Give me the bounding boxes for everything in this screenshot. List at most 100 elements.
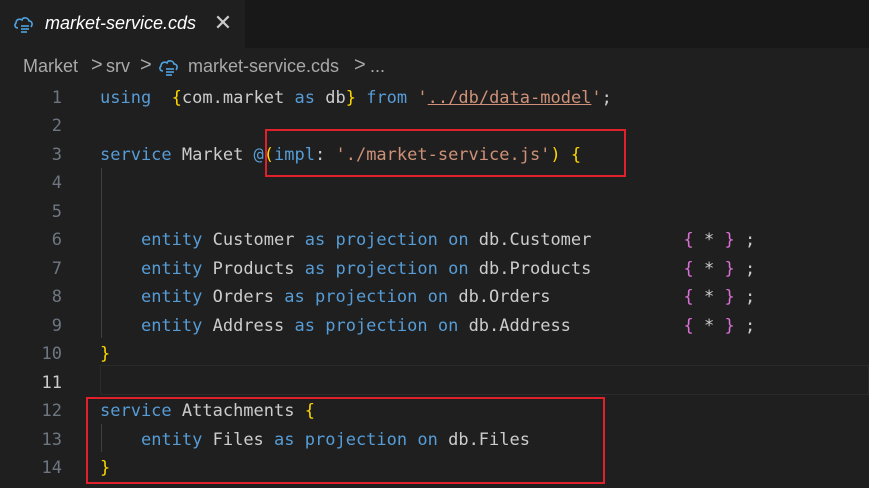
code-line[interactable]: 11 xyxy=(0,369,869,397)
code-token: entity xyxy=(140,287,203,307)
code-token: Products xyxy=(202,259,305,279)
code-token: entity xyxy=(140,316,203,336)
chevron-right-icon: > xyxy=(91,54,103,76)
tab-bar: market-service.cds ✕ xyxy=(0,0,869,48)
code-token: Address xyxy=(202,316,295,336)
code-token: Orders xyxy=(202,287,285,307)
code-line[interactable]: 9 entity Address as projection on db.Add… xyxy=(0,312,869,340)
code-token: projection xyxy=(325,316,428,336)
code-token: { xyxy=(683,230,694,250)
breadcrumb-item-srv[interactable]: srv xyxy=(106,56,130,77)
code-line[interactable]: 6 entity Customer as projection on db.Cu… xyxy=(0,226,869,254)
code-token: db xyxy=(315,88,346,108)
code-token: ; xyxy=(601,88,612,108)
code-line[interactable]: 10} xyxy=(0,340,869,368)
breadcrumb-item-market[interactable]: Market xyxy=(23,56,78,77)
line-number: 14 xyxy=(41,458,62,478)
code-token: as xyxy=(294,316,315,336)
line-number: 9 xyxy=(51,316,62,336)
code-text[interactable]: entity Orders as projection on db.Orders… xyxy=(100,283,755,311)
code-token: } xyxy=(724,259,735,279)
line-number: 3 xyxy=(51,145,62,165)
close-icon[interactable]: ✕ xyxy=(212,10,234,36)
line-number: 5 xyxy=(51,202,62,222)
breadcrumb: Market > srv > market-service.cds > ... xyxy=(0,48,869,84)
code-token: entity xyxy=(140,259,203,279)
code-token: ../db/data-model xyxy=(427,88,592,108)
breadcrumb-item-file[interactable]: market-service.cds xyxy=(188,56,339,77)
code-line[interactable]: 1 using {com.market as db} from '../db/da… xyxy=(0,84,869,112)
breadcrumb-item-symbols[interactable]: ... xyxy=(370,56,385,77)
code-text[interactable]: } xyxy=(100,340,110,368)
line-number: 13 xyxy=(41,430,62,450)
code-token: as xyxy=(294,88,315,108)
code-token: * xyxy=(693,316,725,336)
code-token: com.market xyxy=(181,88,295,108)
code-token: db.Address xyxy=(458,316,684,336)
code-token: { xyxy=(171,88,182,108)
code-line[interactable]: 8 entity Orders as projection on db.Orde… xyxy=(0,283,869,311)
code-text[interactable]: using {com.market as db} from '../db/dat… xyxy=(100,84,612,112)
code-token: ; xyxy=(734,259,756,279)
code-token: } xyxy=(724,287,735,307)
code-token: ' xyxy=(591,88,602,108)
code-line[interactable]: 5 xyxy=(0,198,869,226)
code-token: on xyxy=(448,230,469,250)
line-number: 10 xyxy=(41,344,62,364)
code-text[interactable]: entity Address as projection on db.Addre… xyxy=(100,312,755,340)
chevron-right-icon: > xyxy=(354,54,366,76)
code-token: on xyxy=(448,259,469,279)
code-token: { xyxy=(683,259,694,279)
impl-annotation-highlight xyxy=(265,129,626,177)
code-token: on xyxy=(427,287,449,307)
code-token: from xyxy=(355,88,408,108)
code-token: * xyxy=(693,287,725,307)
code-token: ' xyxy=(417,88,428,108)
code-token: db.Products xyxy=(468,259,684,279)
code-token: as xyxy=(304,259,326,279)
code-text[interactable]: entity Products as projection on db.Prod… xyxy=(100,255,755,283)
code-token: Customer xyxy=(202,230,305,250)
chevron-right-icon: > xyxy=(140,54,152,76)
code-token: service xyxy=(100,145,172,165)
code-token: projection xyxy=(335,230,438,250)
code-token: using xyxy=(100,88,152,108)
code-text[interactable]: entity Customer as projection on db.Cust… xyxy=(100,226,755,254)
line-number: 7 xyxy=(51,259,62,279)
line-number: 2 xyxy=(51,116,62,136)
code-token: db.Customer xyxy=(468,230,684,250)
cds-file-icon xyxy=(159,60,178,76)
line-number: 4 xyxy=(51,173,62,193)
code-token: Market xyxy=(171,145,254,165)
code-token: } xyxy=(345,88,356,108)
code-token: entity xyxy=(140,230,203,250)
line-number: 11 xyxy=(41,373,62,393)
code-token: as xyxy=(304,230,326,250)
code-token: } xyxy=(724,316,735,336)
code-token: on xyxy=(437,316,459,336)
tab-market-service[interactable]: market-service.cds ✕ xyxy=(0,0,245,48)
code-token: projection xyxy=(335,259,438,279)
code-token: @ xyxy=(253,145,264,165)
code-token: * xyxy=(693,230,725,250)
code-token: } xyxy=(100,344,111,364)
code-token: ; xyxy=(734,230,756,250)
code-line[interactable]: 7 entity Products as projection on db.Pr… xyxy=(0,255,869,283)
code-token: ; xyxy=(734,316,756,336)
code-token: { xyxy=(683,316,694,336)
attachments-service-highlight xyxy=(86,397,605,484)
code-token: } xyxy=(724,230,735,250)
line-number: 12 xyxy=(41,401,62,421)
line-number: 1 xyxy=(51,88,62,108)
code-token: as xyxy=(284,287,305,307)
